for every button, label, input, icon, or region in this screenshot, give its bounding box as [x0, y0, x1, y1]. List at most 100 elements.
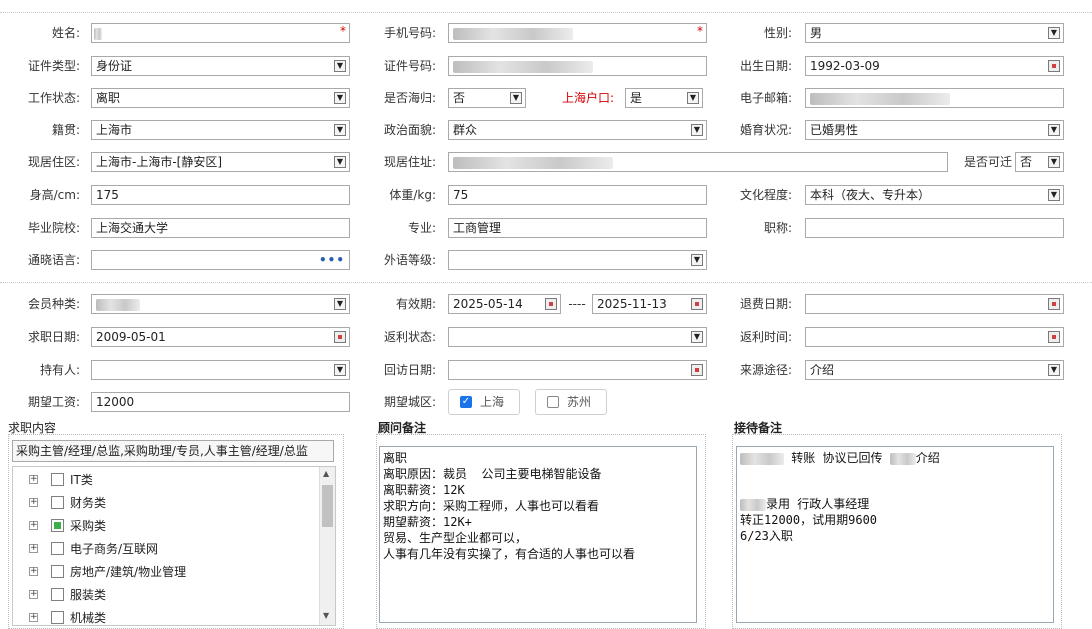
chevron-down-icon[interactable]: ▼ [334, 298, 346, 310]
expand-icon[interactable]: + [29, 521, 38, 530]
holder-select[interactable]: ▼ [91, 360, 350, 380]
residence-value: 上海市-上海市-[静安区] [96, 155, 223, 169]
jobdate-input[interactable]: 2009-05-01 [91, 327, 350, 347]
name-input[interactable]: * [91, 23, 350, 43]
checkbox-checked-icon[interactable]: ✓ [460, 396, 472, 408]
chevron-down-icon[interactable]: ▼ [1048, 156, 1060, 168]
address-input[interactable] [448, 152, 948, 172]
source-select[interactable]: 介绍 ▼ [805, 360, 1064, 380]
chevron-down-icon[interactable]: ▼ [1048, 189, 1060, 201]
workstatus-select[interactable]: 离职 ▼ [91, 88, 350, 108]
relocate-label: 是否可迁 [963, 155, 1012, 169]
consultant-notes-textarea[interactable]: 离职 离职原因：裁员 公司主要电梯智能设备 离职薪资：12K 求职方向：采购工程… [379, 446, 697, 623]
calendar-icon[interactable] [545, 298, 557, 310]
expand-icon[interactable]: + [29, 544, 38, 553]
tree-scrollbar[interactable]: ▲ ▼ [319, 467, 335, 625]
member-select[interactable]: ▼ [91, 294, 350, 314]
checkbox-partial-icon[interactable] [51, 519, 64, 532]
idtype-select[interactable]: 身份证 ▼ [91, 56, 350, 76]
chevron-down-icon[interactable]: ▼ [687, 92, 699, 104]
tree-item-label: 房地产/建筑/物业管理 [70, 565, 187, 579]
idtype-label: 证件类型: [27, 59, 80, 73]
calendar-icon[interactable] [1048, 60, 1060, 72]
checkbox-unchecked-icon[interactable] [51, 473, 64, 486]
checkbox-unchecked-icon[interactable] [51, 611, 64, 624]
relocate-select[interactable]: 否 ▼ [1015, 152, 1064, 172]
lang-label: 通晓语言: [27, 253, 80, 267]
calendar-icon[interactable] [1048, 298, 1060, 310]
height-input[interactable]: 175 [91, 185, 350, 205]
expand-icon[interactable]: + [29, 498, 38, 507]
gender-select[interactable]: 男 ▼ [805, 23, 1064, 43]
foreign-select[interactable]: ▼ [448, 250, 707, 270]
birth-date-input[interactable]: 1992-03-09 [805, 56, 1064, 76]
email-input[interactable] [805, 88, 1064, 108]
city-option-shanghai[interactable]: ✓ 上海 [448, 389, 520, 415]
native-select[interactable]: 上海市 ▼ [91, 120, 350, 140]
calendar-icon[interactable] [1048, 331, 1060, 343]
scroll-down-icon[interactable]: ▼ [323, 611, 329, 620]
height-value: 175 [96, 188, 119, 202]
chevron-down-icon[interactable]: ▼ [1048, 124, 1060, 136]
returnee-select[interactable]: 否 ▼ [448, 88, 526, 108]
weight-input[interactable]: 75 [448, 185, 707, 205]
more-icon[interactable]: ••• [319, 251, 345, 269]
chevron-down-icon[interactable]: ▼ [510, 92, 522, 104]
checkbox-unchecked-icon[interactable] [51, 542, 64, 555]
checkbox-unchecked-icon[interactable] [51, 496, 64, 509]
visit-label: 回访日期: [383, 363, 436, 377]
scrollbar-thumb[interactable] [322, 485, 333, 527]
expand-icon[interactable]: + [29, 613, 38, 622]
chevron-down-icon[interactable]: ▼ [334, 364, 346, 376]
checkbox-unchecked-icon[interactable] [51, 588, 64, 601]
chevron-down-icon[interactable]: ▼ [1048, 27, 1060, 39]
refund-date-input[interactable] [805, 294, 1064, 314]
calendar-icon[interactable] [334, 331, 346, 343]
expand-icon[interactable]: + [29, 567, 38, 576]
title-input[interactable] [805, 218, 1064, 238]
expand-icon[interactable]: + [29, 475, 38, 484]
returnee-label: 是否海归: [383, 91, 436, 105]
checkbox-unchecked-icon[interactable] [51, 565, 64, 578]
marital-select[interactable]: 已婚男性 ▼ [805, 120, 1064, 140]
residence-select[interactable]: 上海市-上海市-[静安区] ▼ [91, 152, 350, 172]
job-category-tree[interactable]: + IT类 + 财务类 + 采购类 + 电子商务/互联网 + 房地产/建筑/物业… [12, 466, 336, 626]
visit-date-input[interactable] [448, 360, 707, 380]
chevron-down-icon[interactable]: ▼ [1048, 364, 1060, 376]
reception-line-2-text: 录用 行政人事经理 [766, 497, 870, 511]
idno-input[interactable] [448, 56, 707, 76]
chevron-down-icon[interactable]: ▼ [691, 124, 703, 136]
workstatus-value: 离职 [96, 91, 121, 105]
tree-item-label: 采购类 [70, 519, 107, 533]
member-label: 会员种类: [27, 297, 80, 311]
phone-input[interactable]: * [448, 23, 707, 43]
political-select[interactable]: 群众 ▼ [448, 120, 707, 140]
chevron-down-icon[interactable]: ▼ [334, 92, 346, 104]
weight-label: 体重/kg: [389, 188, 436, 202]
school-input[interactable]: 上海交通大学 [91, 218, 350, 238]
calendar-icon[interactable] [691, 298, 703, 310]
chevron-down-icon[interactable]: ▼ [334, 124, 346, 136]
salary-input[interactable]: 12000 [91, 392, 350, 412]
city-option-suzhou[interactable]: 苏州 [535, 389, 607, 415]
chevron-down-icon[interactable]: ▼ [334, 60, 346, 72]
tree-item-label: IT类 [70, 473, 93, 487]
rebate-time-input[interactable] [805, 327, 1064, 347]
valid-to-input[interactable]: 2025-11-13 [592, 294, 707, 314]
chevron-down-icon[interactable]: ▼ [691, 254, 703, 266]
calendar-icon[interactable] [691, 364, 703, 376]
rebate-time-label: 返利时间: [739, 330, 792, 344]
edu-select[interactable]: 本科（夜大、专升本） ▼ [805, 185, 1064, 205]
chevron-down-icon[interactable]: ▼ [334, 156, 346, 168]
valid-from-input[interactable]: 2025-05-14 [448, 294, 561, 314]
chevron-down-icon[interactable]: ▼ [691, 331, 703, 343]
major-input[interactable]: 工商管理 [448, 218, 707, 238]
rebate-status-select[interactable]: ▼ [448, 327, 707, 347]
reception-notes-textarea[interactable]: 转账 协议已回传 介绍 录用 行政人事经理 转正12000，试用期9600 6/… [736, 446, 1054, 623]
hukou-select[interactable]: 是 ▼ [625, 88, 703, 108]
checkbox-unchecked-icon[interactable] [547, 396, 559, 408]
scroll-up-icon[interactable]: ▲ [323, 469, 329, 478]
member-redacted [96, 298, 140, 311]
lang-input[interactable]: ••• [91, 250, 350, 270]
expand-icon[interactable]: + [29, 590, 38, 599]
